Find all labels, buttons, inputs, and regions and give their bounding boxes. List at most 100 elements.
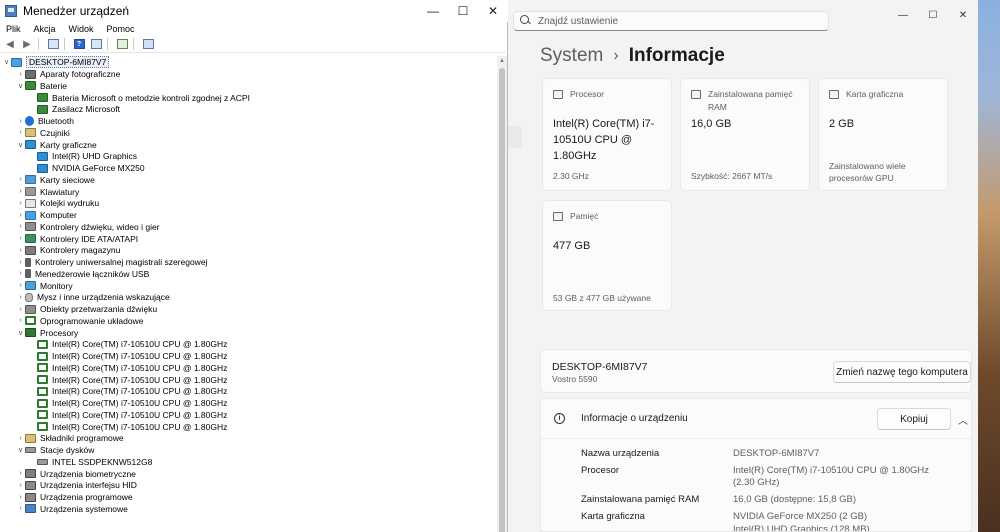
expand-icon[interactable]: ›	[16, 115, 25, 127]
tree-device[interactable]: Intel(R) Core(TM) i7-10510U CPU @ 1.80GH…	[28, 421, 227, 433]
close-button[interactable]: ✕	[478, 0, 508, 22]
tree-label: Mysz i inne urządzenia wskazujące	[37, 292, 170, 303]
tree-category[interactable]: ∨ Baterie	[16, 80, 67, 92]
tree-category[interactable]: › Składniki programowe	[16, 432, 123, 444]
tree-category[interactable]: › Oprogramowanie układowe	[16, 315, 143, 327]
expand-icon[interactable]: ›	[16, 468, 25, 480]
expand-icon[interactable]: ›	[16, 174, 25, 186]
collapse-icon[interactable]: ∨	[16, 80, 25, 92]
expand-icon[interactable]: ›	[16, 280, 25, 292]
tree-device[interactable]: Intel(R) Core(TM) i7-10510U CPU @ 1.80GH…	[28, 338, 227, 350]
collapse-icon[interactable]: ∨	[2, 56, 11, 68]
tree-device[interactable]: Intel(R) Core(TM) i7-10510U CPU @ 1.80GH…	[28, 409, 227, 421]
tree-device[interactable]: Intel(R) UHD Graphics	[28, 150, 137, 162]
tree-category[interactable]: › Kontrolery magazynu	[16, 244, 120, 256]
forward-icon[interactable]: ▶	[20, 38, 34, 50]
nav-pane-indicator[interactable]	[508, 126, 522, 148]
device-info-header[interactable]: i Informacje o urządzeniu Kopiuj ︿	[541, 399, 971, 439]
tree-category[interactable]: › Mysz i inne urządzenia wskazujące	[16, 291, 170, 303]
tree-device[interactable]: Intel(R) Core(TM) i7-10510U CPU @ 1.80GH…	[28, 385, 227, 397]
close-button[interactable]: ✕	[948, 5, 978, 25]
expand-icon[interactable]: ›	[16, 303, 25, 315]
tree-category[interactable]: › Kontrolery IDE ATA/ATAPI	[16, 233, 138, 245]
tree-device[interactable]: Zasilacz Microsoft	[28, 103, 120, 115]
scrollbar-thumb[interactable]	[499, 68, 505, 532]
tree-device[interactable]: Bateria Microsoft o metodzie kontroli zg…	[28, 92, 250, 104]
copy-button[interactable]: Kopiuj	[877, 408, 951, 430]
settings-window: Znajdź ustawienie — ☐ ✕ System › Informa…	[508, 0, 978, 532]
tree-root[interactable]: ∨ DESKTOP-6MI87V7	[2, 56, 110, 68]
tree-category[interactable]: › Urządzenia interfejsu HID	[16, 479, 137, 491]
maximize-button[interactable]: ☐	[918, 5, 948, 25]
tree-category[interactable]: › Kontrolery dźwięku, wideo i gier	[16, 221, 159, 233]
tree-category[interactable]: › Czujniki	[16, 127, 69, 139]
expand-icon[interactable]: ›	[16, 432, 25, 444]
tree-category[interactable]: ∨ Karty graficzne	[16, 139, 97, 151]
software-icon	[25, 433, 36, 443]
expand-icon[interactable]: ›	[16, 233, 25, 245]
breadcrumb-system[interactable]: System	[540, 45, 603, 67]
expand-icon[interactable]: ›	[16, 68, 25, 80]
help-icon[interactable]: ?	[72, 38, 86, 50]
expand-icon[interactable]: ›	[16, 197, 25, 209]
cpu-icon	[37, 351, 48, 361]
expand-icon[interactable]: ›	[16, 221, 25, 233]
rename-pc-button[interactable]: Zmień nazwę tego komputera	[833, 361, 971, 383]
tree-category[interactable]: › Kolejki wydruku	[16, 197, 99, 209]
chevron-up-icon[interactable]: ︿	[958, 412, 968, 427]
tree-category[interactable]: › Karty sieciowe	[16, 174, 94, 186]
expand-icon[interactable]: ›	[16, 209, 25, 221]
device-name: DESKTOP-6MI87V7	[552, 361, 648, 373]
tree-category[interactable]: › Urządzenia programowe	[16, 491, 132, 503]
tree-device[interactable]: Intel(R) Core(TM) i7-10510U CPU @ 1.80GH…	[28, 374, 227, 386]
spec-value: NVIDIA GeForce MX250 (2 GB)	[733, 511, 868, 522]
expand-icon[interactable]: ›	[16, 244, 25, 256]
tree-category[interactable]: ∨ Stacje dysków	[16, 444, 94, 456]
tree-device[interactable]: Intel(R) Core(TM) i7-10510U CPU @ 1.80GH…	[28, 362, 227, 374]
tree-category[interactable]: › Komputer	[16, 209, 77, 221]
tree-category[interactable]: › Bluetooth	[16, 115, 74, 127]
tree-device[interactable]: Intel(R) Core(TM) i7-10510U CPU @ 1.80GH…	[28, 350, 227, 362]
tree-category[interactable]: › Monitory	[16, 280, 72, 292]
collapse-icon[interactable]: ∨	[16, 139, 25, 151]
expand-icon[interactable]: ›	[16, 503, 25, 515]
minimize-button[interactable]: —	[888, 5, 918, 25]
expand-icon[interactable]: ›	[16, 127, 25, 139]
scan-hardware-icon[interactable]	[141, 38, 155, 50]
tree-category[interactable]: › Klawiatury	[16, 186, 79, 198]
search-input[interactable]: Znajdź ustawienie	[513, 11, 829, 31]
menu-akcja[interactable]: Akcja	[34, 24, 56, 34]
tree-category[interactable]: › Aparaty fotograficzne	[16, 68, 120, 80]
menu-widok[interactable]: Widok	[69, 24, 94, 34]
collapse-icon[interactable]: ∨	[16, 444, 25, 456]
show-hidden-icon[interactable]	[89, 38, 103, 50]
properties-icon[interactable]	[46, 38, 60, 50]
minimize-button[interactable]: —	[418, 0, 448, 22]
expand-icon[interactable]: ›	[16, 291, 25, 303]
menu-pomoc[interactable]: Pomoc	[107, 24, 135, 34]
tree-device[interactable]: Intel(R) Core(TM) i7-10510U CPU @ 1.80GH…	[28, 397, 227, 409]
tree-category[interactable]: › Obiekty przetwarzania dźwięku	[16, 303, 157, 315]
tree-device[interactable]: INTEL SSDPEKNW512G8	[28, 456, 152, 468]
maximize-button[interactable]: ☐	[448, 0, 478, 22]
tree-device[interactable]: NVIDIA GeForce MX250	[28, 162, 145, 174]
expand-icon[interactable]: ›	[16, 315, 25, 327]
tree-category[interactable]: › Urządzenia biometryczne	[16, 468, 136, 480]
tree-category[interactable]: › Urządzenia systemowe	[16, 503, 128, 515]
expand-icon[interactable]: ›	[16, 256, 25, 268]
expand-icon[interactable]: ›	[16, 491, 25, 503]
device-manager-icon	[5, 5, 17, 17]
expand-icon[interactable]: ›	[16, 479, 25, 491]
expand-icon[interactable]: ›	[16, 268, 25, 280]
tree-scrollbar[interactable]: ▲	[497, 56, 507, 532]
tree-category[interactable]: ∨ Procesory	[16, 327, 78, 339]
tree-category[interactable]: › Kontrolery uniwersalnej magistrali szer…	[16, 256, 207, 268]
expand-icon[interactable]: ›	[16, 186, 25, 198]
menu-plik[interactable]: Plik	[6, 24, 21, 34]
update-driver-icon[interactable]	[115, 38, 129, 50]
tree-category[interactable]: › Menedżerowie łączników USB	[16, 268, 149, 280]
collapse-icon[interactable]: ∨	[16, 327, 25, 339]
scroll-up-icon[interactable]: ▲	[497, 56, 507, 66]
back-icon[interactable]: ◀	[3, 38, 17, 50]
